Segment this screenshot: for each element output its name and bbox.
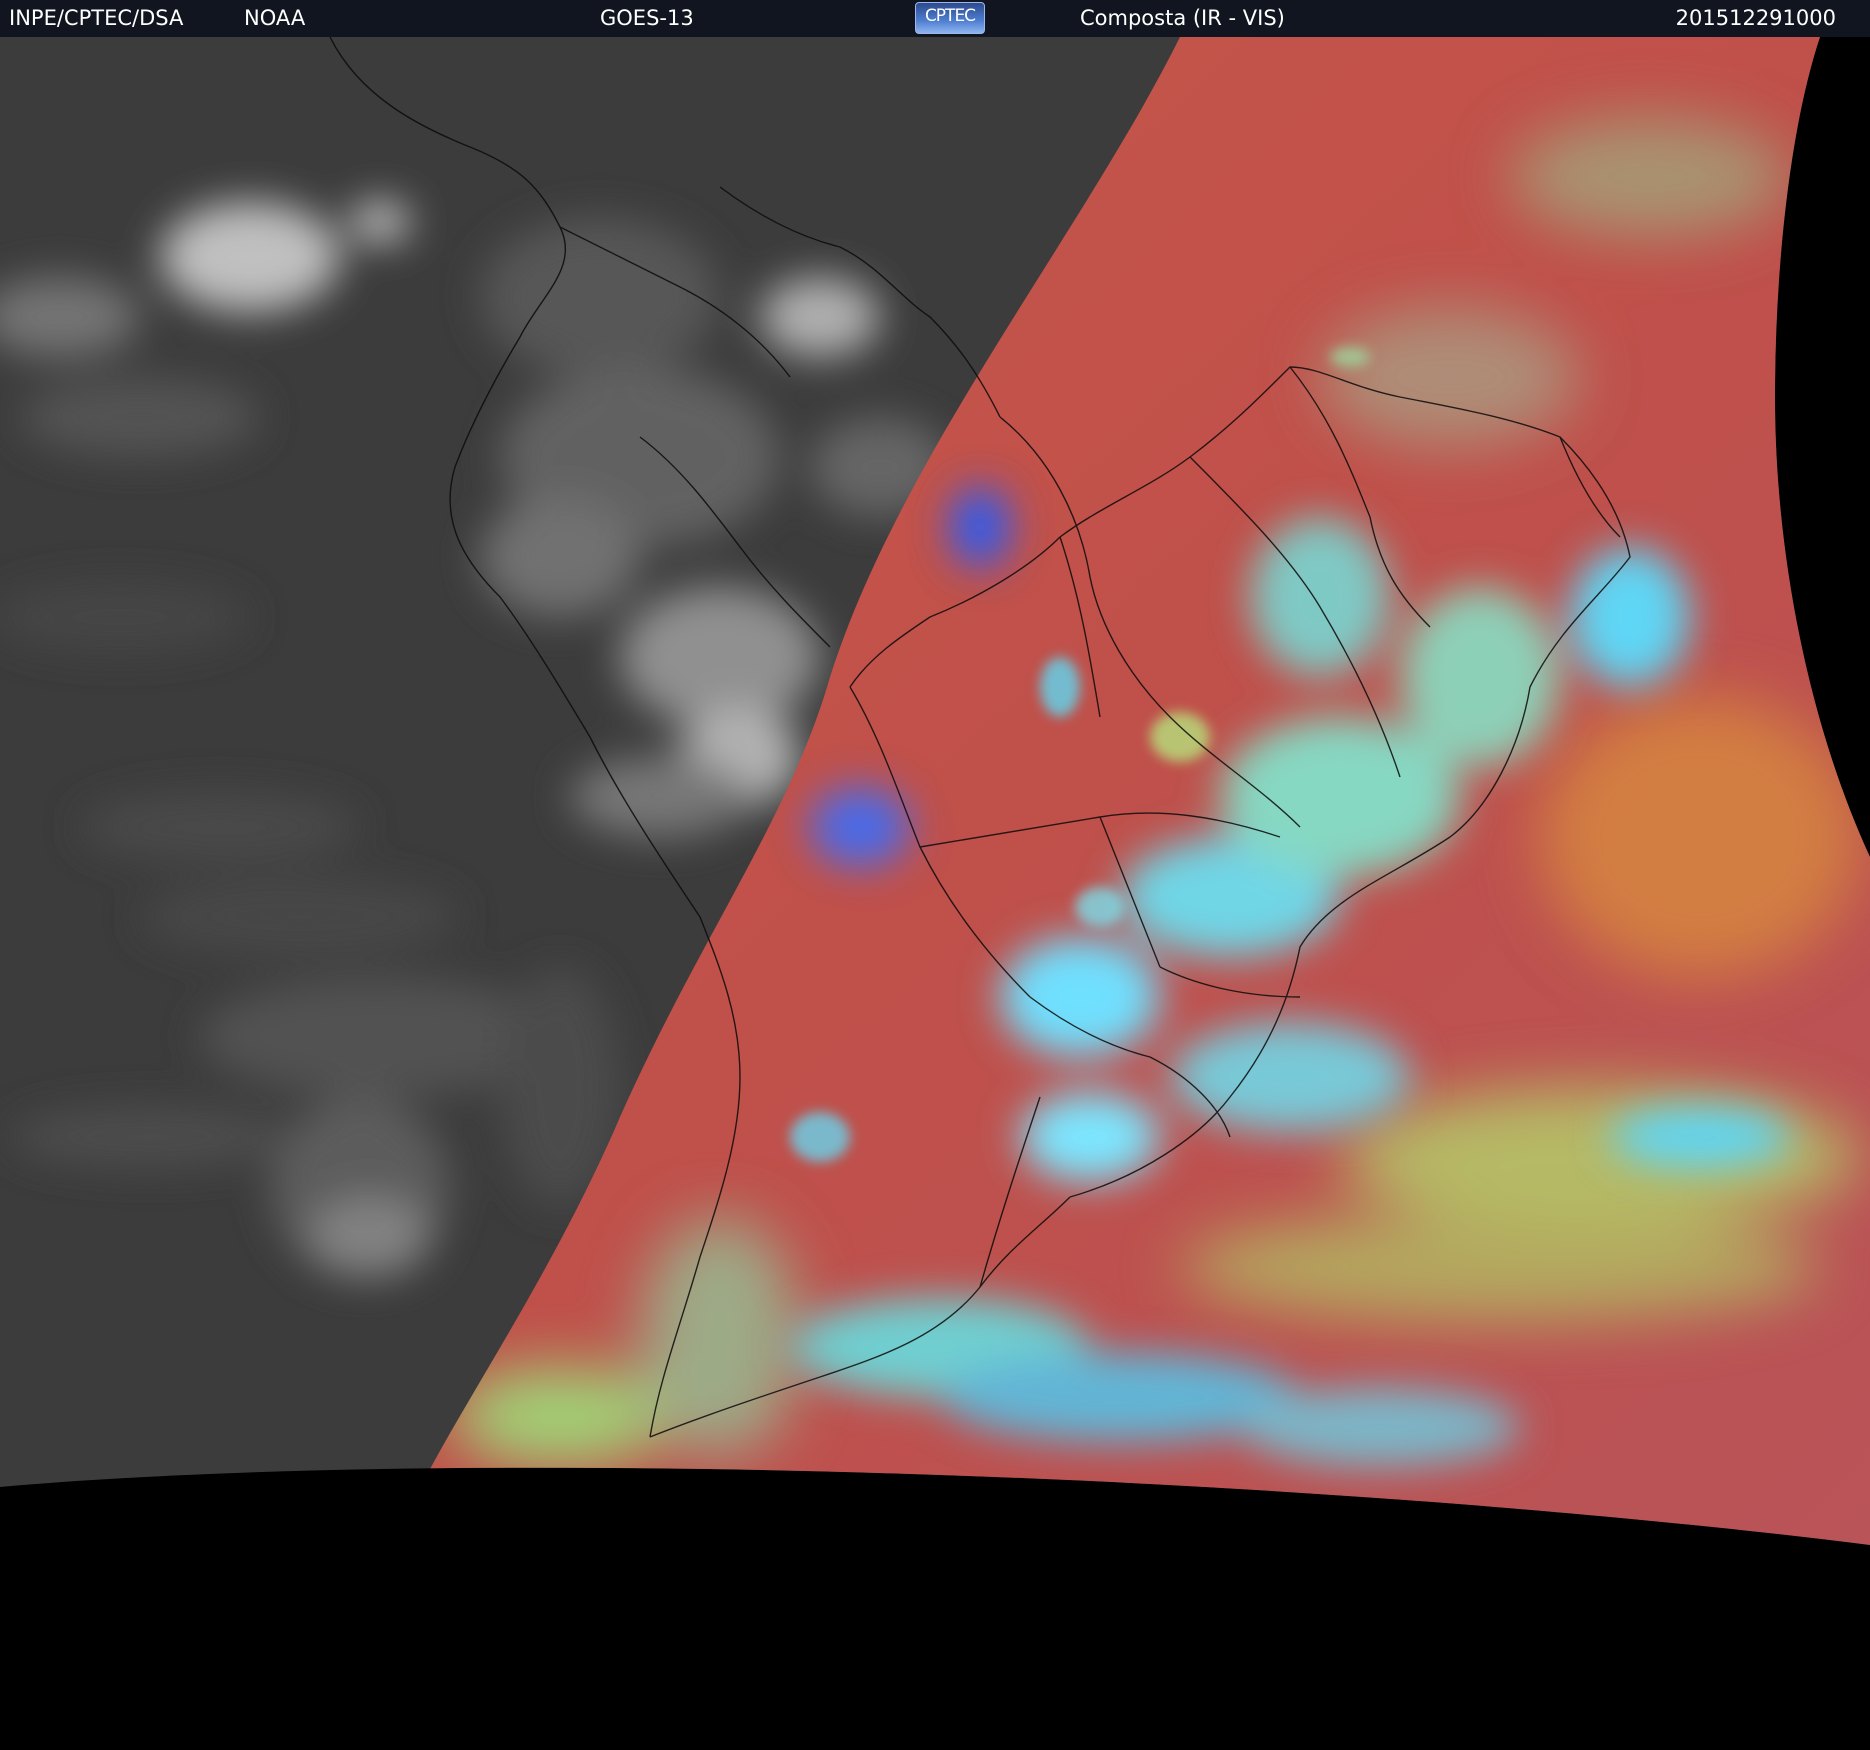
image-header-bar: INPE/CPTEC/DSA NOAA GOES-13 CPTEC Compos… [0, 0, 1870, 37]
product-label: Composta (IR - VIS) [1080, 6, 1285, 30]
organization-label: INPE/CPTEC/DSA [9, 6, 184, 30]
cptec-logo: CPTEC [915, 2, 985, 34]
satellite-label: GOES-13 [600, 6, 694, 30]
satellite-image [0, 37, 1870, 1750]
logo-text: CPTEC [924, 6, 976, 26]
earth-disk [0, 37, 1870, 1545]
timestamp-label: 201512291000 [1675, 6, 1836, 30]
agency-label: NOAA [244, 6, 306, 30]
satellite-image-frame: INPE/CPTEC/DSA NOAA GOES-13 CPTEC Compos… [0, 0, 1870, 1750]
